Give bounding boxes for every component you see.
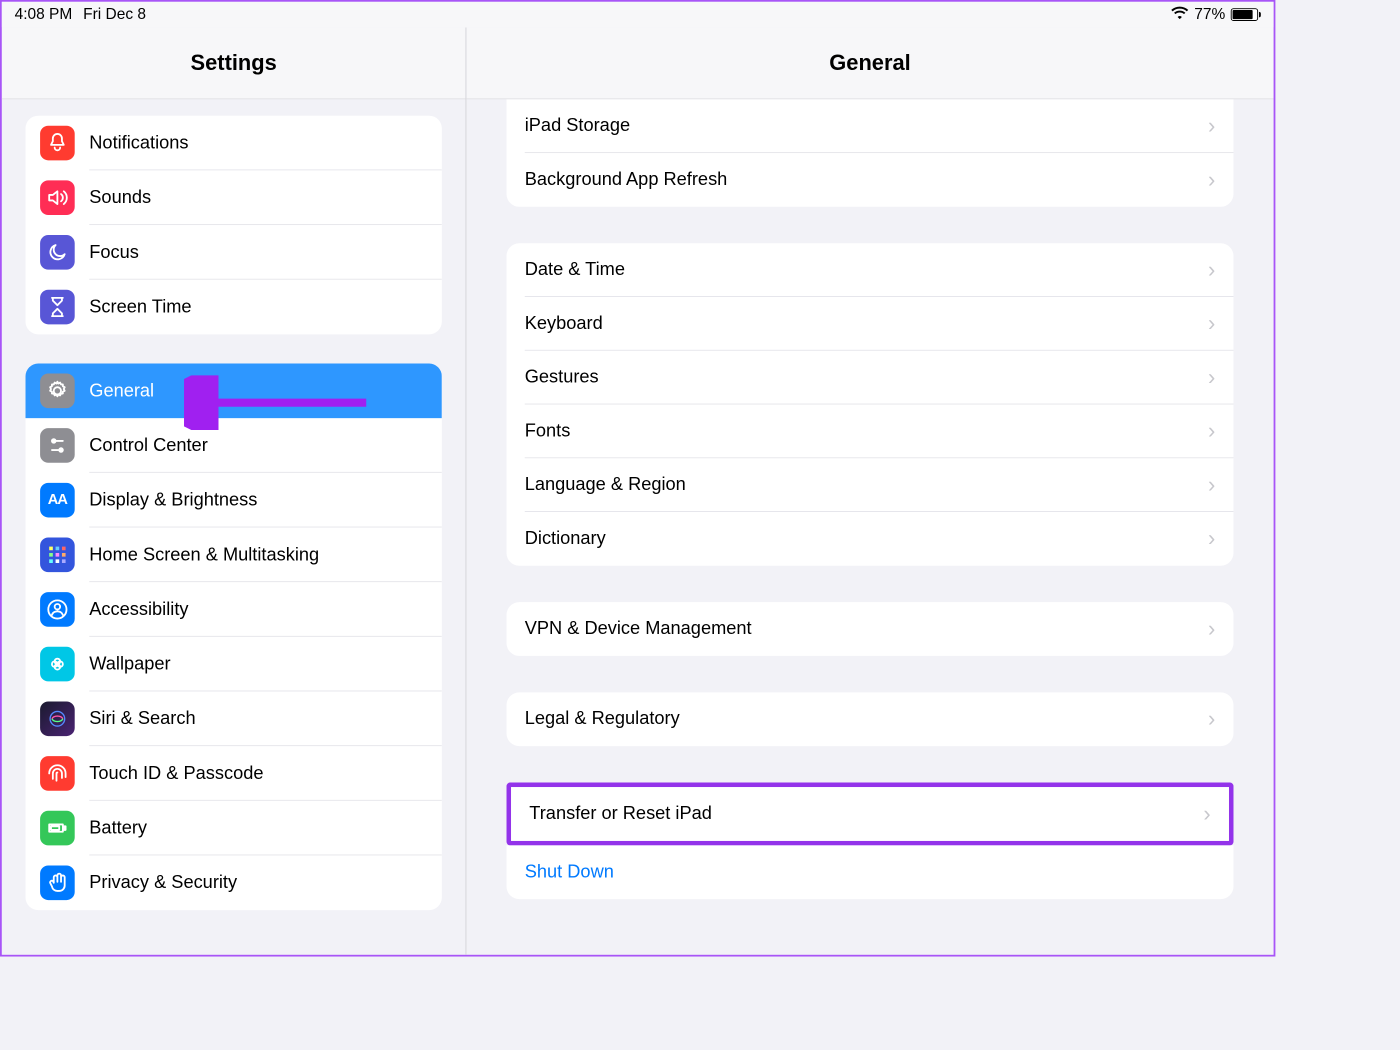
gear-icon <box>40 374 75 409</box>
wifi-icon <box>1171 5 1189 23</box>
sidebar-item-control-center[interactable]: Control Center <box>26 418 442 473</box>
settings-sidebar: Settings Notifications Sounds Focus Screen … <box>2 27 467 954</box>
detail-item-bg-refresh[interactable]: Background App Refresh › <box>507 153 1234 207</box>
chevron-right-icon: › <box>1208 367 1215 389</box>
detail-item-label: Language & Region <box>525 475 686 496</box>
sidebar-item-accessibility[interactable]: Accessibility <box>26 582 442 637</box>
hourglass-icon <box>40 290 75 325</box>
person-circle-icon <box>40 592 75 627</box>
detail-item-label: Gestures <box>525 367 599 388</box>
detail-item-label: Background App Refresh <box>525 169 728 190</box>
sidebar-item-label: Accessibility <box>89 599 188 620</box>
sidebar-item-label: Display & Brightness <box>89 490 257 511</box>
detail-item-ipad-storage[interactable]: iPad Storage › <box>507 99 1234 153</box>
sidebar-item-wallpaper[interactable]: Wallpaper <box>26 637 442 692</box>
detail-item-legal[interactable]: Legal & Regulatory › <box>507 692 1234 746</box>
status-time: 4:08 PM <box>15 5 73 23</box>
grid-icon <box>40 537 75 572</box>
sidebar-item-home-screen[interactable]: Home Screen & Multitasking <box>26 527 442 582</box>
battery-icon <box>1231 8 1261 21</box>
detail-item-label: Dictionary <box>525 528 606 549</box>
sidebar-item-notifications[interactable]: Notifications <box>26 116 442 171</box>
detail-item-label: Shut Down <box>525 862 614 883</box>
sidebar-item-label: General <box>89 380 154 401</box>
detail-item-keyboard[interactable]: Keyboard › <box>507 297 1234 351</box>
sidebar-item-label: Focus <box>89 242 139 263</box>
sidebar-item-label: Sounds <box>89 187 151 208</box>
status-date: Fri Dec 8 <box>83 5 146 23</box>
switches-icon <box>40 428 75 463</box>
sidebar-item-label: Control Center <box>89 435 207 456</box>
speaker-icon <box>40 180 75 215</box>
detail-item-label: VPN & Device Management <box>525 619 752 640</box>
detail-item-label: Transfer or Reset iPad <box>529 804 712 825</box>
chevron-right-icon: › <box>1208 528 1215 550</box>
sidebar-item-label: Privacy & Security <box>89 872 237 893</box>
detail-item-label: Keyboard <box>525 313 603 334</box>
sidebar-item-label: Battery <box>89 818 147 839</box>
detail-item-lang-region[interactable]: Language & Region › <box>507 458 1234 512</box>
chevron-right-icon: › <box>1203 803 1210 825</box>
sidebar-item-display[interactable]: AA Display & Brightness <box>26 473 442 528</box>
sidebar-item-sounds[interactable]: Sounds <box>26 170 442 225</box>
sidebar-item-label: Notifications <box>89 133 188 154</box>
detail-item-label: Date & Time <box>525 260 625 281</box>
moon-icon <box>40 235 75 270</box>
sidebar-item-label: Siri & Search <box>89 708 195 729</box>
battery-pct: 77% <box>1194 5 1225 23</box>
sidebar-item-privacy[interactable]: Privacy & Security <box>26 855 442 910</box>
detail-item-transfer-reset[interactable]: Transfer or Reset iPad › <box>511 787 1229 841</box>
sidebar-item-label: Wallpaper <box>89 654 170 675</box>
detail-item-dictionary[interactable]: Dictionary › <box>507 512 1234 566</box>
siri-icon <box>40 701 75 736</box>
detail-item-vpn[interactable]: VPN & Device Management › <box>507 602 1234 656</box>
flower-icon <box>40 647 75 682</box>
sidebar-item-label: Screen Time <box>89 297 191 318</box>
status-bar: 4:08 PM Fri Dec 8 77% <box>2 2 1274 28</box>
detail-item-date-time[interactable]: Date & Time › <box>507 243 1234 297</box>
chevron-right-icon: › <box>1208 115 1215 137</box>
fingerprint-icon <box>40 756 75 791</box>
chevron-right-icon: › <box>1208 169 1215 191</box>
battery-icon <box>40 811 75 846</box>
aa-icon: AA <box>40 483 75 518</box>
detail-item-fonts[interactable]: Fonts › <box>507 404 1234 458</box>
sidebar-item-screen-time[interactable]: Screen Time <box>26 280 442 335</box>
sidebar-item-label: Home Screen & Multitasking <box>89 544 319 565</box>
sidebar-item-focus[interactable]: Focus <box>26 225 442 280</box>
chevron-right-icon: › <box>1208 708 1215 730</box>
detail-pane: General iPad Storage›Background App Refr… <box>466 27 1273 954</box>
sidebar-item-label: Touch ID & Passcode <box>89 763 263 784</box>
hand-icon <box>40 865 75 900</box>
chevron-right-icon: › <box>1208 618 1215 640</box>
detail-item-label: Legal & Regulatory <box>525 709 680 730</box>
detail-item-gestures[interactable]: Gestures › <box>507 351 1234 405</box>
detail-title: General <box>466 27 1273 99</box>
chevron-right-icon: › <box>1208 313 1215 335</box>
annotation-highlight: Transfer or Reset iPad › <box>507 783 1234 846</box>
chevron-right-icon: › <box>1208 474 1215 496</box>
chevron-right-icon: › <box>1208 259 1215 281</box>
sidebar-item-touchid[interactable]: Touch ID & Passcode <box>26 746 442 801</box>
sidebar-item-siri[interactable]: Siri & Search <box>26 691 442 746</box>
detail-item-label: iPad Storage <box>525 116 630 137</box>
detail-item-shutdown[interactable]: Shut Down <box>507 845 1234 899</box>
chevron-right-icon: › <box>1208 420 1215 442</box>
bell-icon <box>40 126 75 161</box>
sidebar-title: Settings <box>2 27 466 99</box>
detail-item-label: Fonts <box>525 421 571 442</box>
sidebar-item-general[interactable]: General <box>26 363 442 418</box>
sidebar-item-battery[interactable]: Battery <box>26 801 442 856</box>
